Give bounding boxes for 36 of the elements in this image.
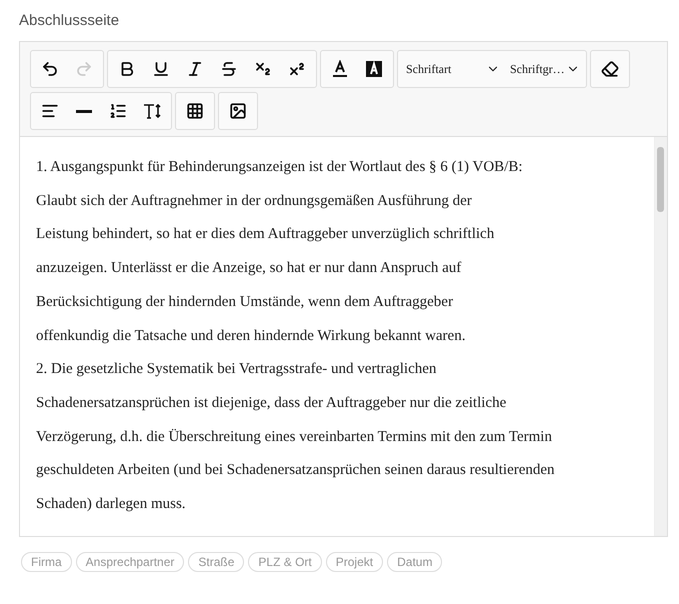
scrollbar[interactable] — [654, 137, 667, 536]
paragraph-line: Glaubt sich der Auftragnehmer in der ordnungsgemäßen Ausführung der — [36, 192, 473, 211]
placeholder-chip[interactable]: Ansprechpartner — [76, 552, 184, 572]
placeholder-chip[interactable]: Datum — [387, 552, 442, 572]
italic-icon — [186, 60, 204, 78]
font-color-icon — [331, 60, 349, 78]
strikethrough-icon — [220, 60, 238, 78]
font-select[interactable]: Schriftgr… — [504, 52, 584, 86]
numbered-list-icon — [109, 102, 127, 120]
paragraph-line: 2. Die gesetzliche Systematik bei Vertragsstrafe- und vertraglichen — [36, 360, 438, 380]
paragraph-line: anzuzeigen. Unterlässt er die Anzeige, so hat er nur dann Anspruch auf — [36, 259, 462, 278]
align-left-icon — [41, 102, 59, 120]
image-icon — [229, 102, 247, 120]
underline-icon — [152, 60, 170, 78]
placeholder-chip[interactable]: PLZ & Ort — [248, 552, 322, 572]
paragraph-line: offenkundig die Tatsache und deren hindernde Wirkung bekannt waren. — [36, 326, 466, 346]
undo-icon — [41, 60, 59, 78]
subscript-icon — [254, 60, 272, 78]
eraser-icon — [601, 60, 619, 78]
paragraph-line: Schaden) darlegen muss. — [36, 495, 187, 514]
paragraph-line: Berücksichtigung der hindernden Umstände, wenn dem Auftraggeber — [36, 292, 454, 312]
placeholder-chip[interactable]: Straße — [188, 552, 244, 572]
placeholder-chip[interactable]: Projekt — [326, 552, 384, 572]
line-height-icon — [143, 104, 161, 118]
paragraph-line: Schadenersatzansprüchen ist diejenige, dass der Auftraggeber nur die zeitliche — [36, 394, 508, 413]
paragraph-line: 1. Ausgangspunkt für Behinderungsanzeigen ist der Wortlaut des § 6 (1) VOB/B: — [36, 158, 524, 177]
superscript-icon — [288, 60, 306, 78]
section-title: Abschlussseite — [19, 12, 120, 29]
redo-icon — [75, 60, 93, 78]
table-grid-icon — [186, 102, 204, 120]
paragraph-line: Leistung behindert, so hat er dies dem Auftraggeber unverzüglich schriftlich — [36, 225, 496, 244]
font-select[interactable]: Schriftart — [400, 52, 504, 86]
paragraph-line: geschuldeten Arbeiten (und bei Schadenersatzansprüchen seinen daraus resultierenden — [36, 461, 556, 480]
text-highlight-icon — [365, 60, 383, 78]
placeholder-chip[interactable]: Firma — [21, 552, 72, 572]
paragraph-line: Verzögerung, d.h. die Überschreitung eines vereinbarten Termins mit den zum Termin — [36, 428, 553, 447]
